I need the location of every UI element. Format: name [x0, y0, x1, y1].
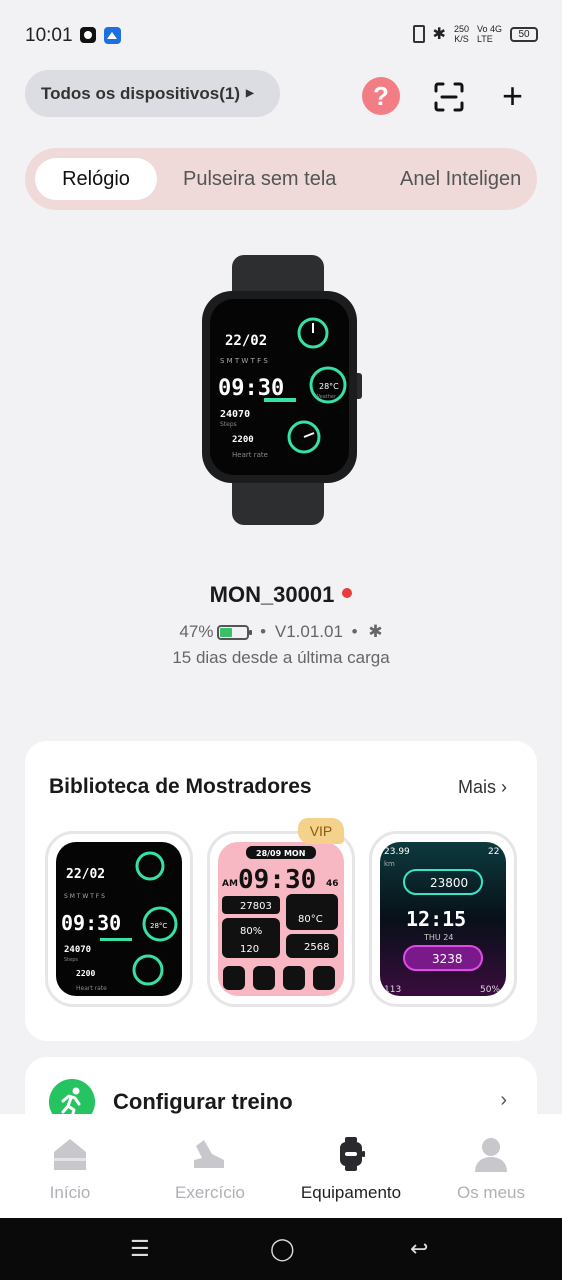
library-title: Biblioteca de Mostradores: [49, 775, 312, 798]
face3-time: 12:15: [406, 907, 466, 931]
caret-right-icon: ▶: [245, 88, 254, 99]
nav-os-meus[interactable]: Os meus: [421, 1114, 561, 1218]
watch-face-1-preview: 22/02 S M T W T F S 09:30 28°C 24070 Ste…: [56, 842, 182, 996]
face1-steps: 24070: [64, 945, 91, 955]
tab-relogio[interactable]: Relógio: [35, 158, 157, 200]
app-notification-icon-blue: [104, 27, 121, 44]
watch-days: S M T W T F S: [220, 357, 268, 365]
face3-top-left-unit: km: [384, 860, 395, 868]
watch-temp: 28°C: [319, 382, 339, 391]
face3-bottom-left: 113: [384, 985, 401, 995]
face1-temp: 28°C: [150, 922, 167, 930]
face3-bottom-right: 50%: [480, 985, 500, 995]
face2-steps: 27803: [240, 901, 272, 912]
watch-heart-label: Heart rate: [232, 451, 268, 459]
nav-label: Os meus: [456, 1183, 526, 1202]
face3-date: THU 24: [423, 933, 453, 942]
nav-label: Equipamento: [300, 1183, 402, 1202]
watch-steps-label: Steps: [220, 421, 237, 428]
device-info: 47% • V1.01.01 • ✱: [179, 622, 383, 641]
firmware-version: V1.01.01: [274, 622, 343, 641]
status-dot-icon: [342, 588, 353, 598]
add-device-icon[interactable]: +: [502, 76, 523, 116]
watch-steps: 24070: [220, 409, 250, 420]
watch-heart: 2200: [232, 435, 254, 445]
face2-date: 28/09 MON: [256, 849, 305, 858]
back-icon[interactable]: ↩: [410, 1236, 428, 1262]
face2-time: 09:30: [238, 865, 316, 895]
last-charge-text: 15 dias desde a última carga: [172, 648, 390, 667]
person-icon: [475, 1138, 507, 1172]
status-time: 10:01: [25, 25, 73, 46]
bottom-nav: Início Exercício Equipamento Os meus: [0, 1114, 562, 1218]
watch-face-2-preview: 28/09 MON AM 09:30 46 27803 80°C 80% 120…: [218, 842, 344, 996]
face1-days: S M T W T F S: [64, 893, 105, 900]
home-button-icon[interactable]: ◯: [270, 1236, 295, 1262]
scan-icon[interactable]: [434, 82, 464, 112]
watch-temp-label: Weather: [315, 394, 337, 400]
device-selector[interactable]: Todos os dispositivos(1) ▶: [25, 70, 280, 117]
face3-top-right: 22: [488, 847, 499, 857]
face1-steps-label: Steps: [64, 957, 78, 963]
watch-face-library: Biblioteca de Mostradores Mais › 22/02 S…: [25, 741, 537, 1041]
device-name: MON_30001: [0, 582, 562, 608]
status-bar: 10:01 ✱ 250 K/S Vo 4G LTE 50: [0, 0, 562, 70]
app-notification-icon: [80, 27, 96, 43]
face1-time: 09:30: [61, 911, 121, 935]
watch-face-2[interactable]: 28/09 MON AM 09:30 46 27803 80°C 80% 120…: [207, 831, 355, 1007]
face1-date: 22/02: [66, 867, 105, 882]
device-selector-label: Todos os dispositivos(1): [41, 83, 240, 103]
bluetooth-icon: ✱: [432, 26, 446, 43]
vip-badge: VIP: [298, 818, 344, 844]
watch-image: 22/02 S M T W T F S 09:30 28°C Weather 2…: [202, 255, 362, 525]
watch-icon: [340, 1137, 365, 1171]
watch-face-3-preview: 23.99 km 22 23800 12:15 THU 24 3238 113 …: [380, 842, 506, 996]
battery-level-icon: [217, 625, 253, 640]
battery-icon: 50: [510, 26, 538, 42]
face1-heart-label: Heart rate: [76, 985, 107, 992]
chevron-right-icon: ›: [501, 777, 507, 797]
face2-temp: 80°C: [298, 914, 323, 925]
chevron-right-icon: ›: [500, 1089, 507, 1111]
nav-label: Exercício: [175, 1183, 245, 1202]
face2-am: AM: [222, 879, 238, 889]
face3-steps: 23800: [430, 876, 468, 890]
tab-pulseira[interactable]: Pulseira sem tela: [183, 158, 336, 200]
vibrate-icon: [412, 25, 425, 43]
face2-pct: 80%: [240, 926, 262, 937]
configure-training-label: Configurar treino: [113, 1089, 293, 1114]
bluetooth-icon: ✱: [368, 622, 383, 641]
home-icon: [54, 1139, 86, 1170]
watch-time: 09:30: [218, 376, 284, 401]
watch-face-1[interactable]: 22/02 S M T W T F S 09:30 28°C 24070 Ste…: [45, 831, 193, 1007]
face2-sec: 46: [326, 879, 339, 889]
network-speed: 250 K/S: [453, 24, 469, 44]
top-bar: Todos os dispositivos(1) ▶ ? +: [0, 70, 562, 120]
cell-signal: Vo 4G LTE: [476, 24, 502, 44]
face3-cal: 3238: [432, 952, 463, 966]
face2-cal: 2568: [304, 942, 329, 953]
tab-anel[interactable]: Anel Inteligen: [400, 158, 521, 200]
nav-equipamento[interactable]: Equipamento: [281, 1114, 421, 1218]
battery-percent: 47%: [179, 622, 214, 641]
device-type-tabs: Relógio Pulseira sem tela Anel Inteligen: [25, 148, 537, 210]
face3-top-left: 23.99: [384, 847, 410, 857]
shoe-icon: [194, 1140, 224, 1168]
recent-apps-icon[interactable]: ☰: [130, 1236, 150, 1262]
face2-hr: 120: [240, 944, 259, 955]
watch-date: 22/02: [225, 333, 267, 349]
more-link[interactable]: Mais ›: [458, 777, 507, 798]
nav-exercicio[interactable]: Exercício: [140, 1114, 280, 1218]
watch-face-3[interactable]: 23.99 km 22 23800 12:15 THU 24 3238 113 …: [369, 831, 517, 1007]
help-icon[interactable]: ?: [362, 77, 400, 115]
nav-inicio[interactable]: Início: [0, 1114, 140, 1218]
face1-heart: 2200: [76, 969, 95, 978]
nav-label: Início: [49, 1183, 91, 1202]
system-nav-bar: ☰ ◯ ↩: [0, 1218, 562, 1280]
